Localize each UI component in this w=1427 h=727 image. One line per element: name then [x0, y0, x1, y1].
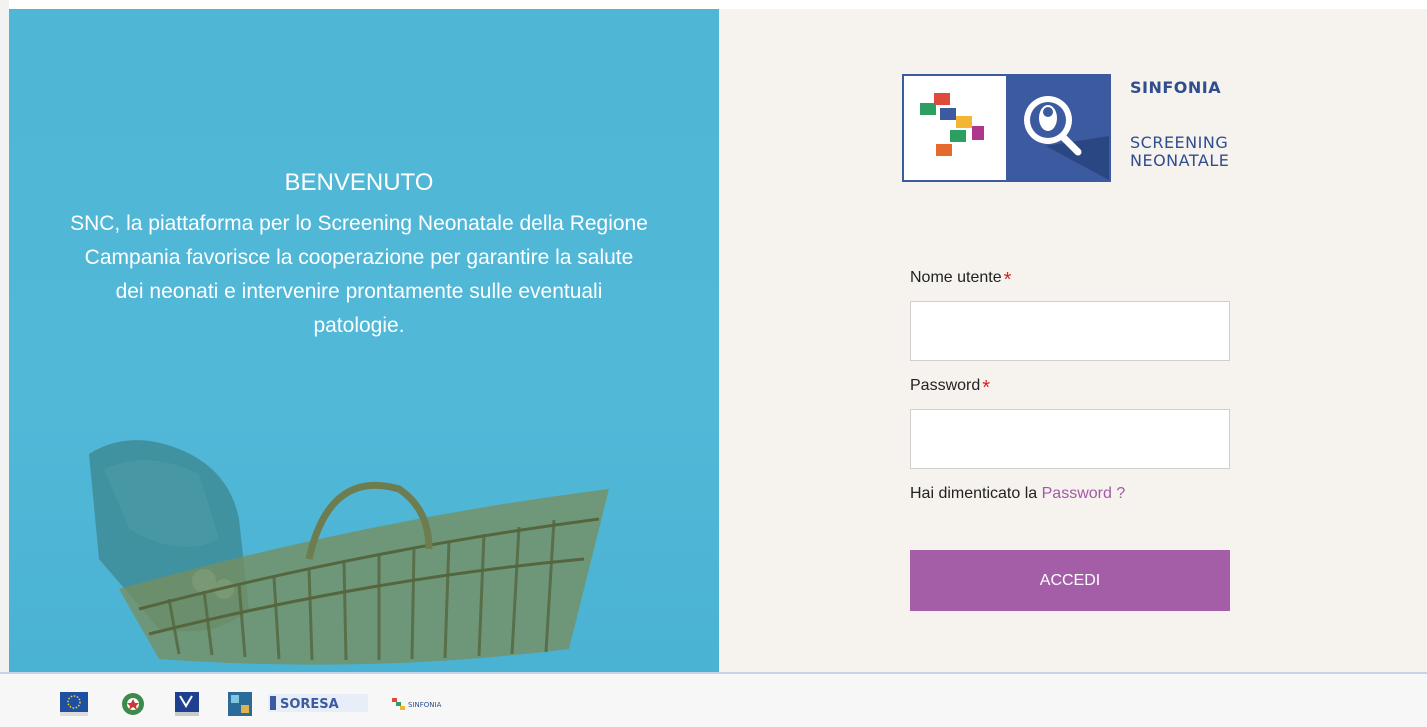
login-page: BENVENUTO SNC, la piattaforma per lo Scr… — [0, 0, 1427, 727]
password-label: Password — [910, 377, 981, 394]
logo-frame — [902, 74, 1111, 182]
login-form: Nome utente * Password * Hai dimenticato l… — [910, 269, 1230, 503]
soresa-text: SORESA — [280, 697, 339, 712]
username-input[interactable] — [910, 301, 1230, 361]
welcome-panel: BENVENUTO SNC, la piattaforma per lo Scr… — [9, 9, 719, 672]
required-asterisk: * — [1003, 269, 1012, 291]
sinfonia-small-logo: SINFONIA — [392, 698, 442, 710]
welcome-title: BENVENUTO — [284, 169, 434, 196]
welcome-block: BENVENUTO SNC, la piattaforma per lo Scr… — [69, 169, 649, 343]
username-label: Nome utente — [910, 269, 1002, 286]
login-button[interactable]: ACCEDI — [910, 550, 1230, 611]
login-panel: SINFONIA SCREENING NEONATALE Nome utente… — [719, 9, 1427, 672]
password-input[interactable] — [910, 409, 1230, 469]
left-edge — [0, 0, 9, 672]
partner-logos-footer: SORESA SINFONIA — [0, 672, 1427, 727]
forgot-password-prefix: Hai dimenticato la — [910, 485, 1038, 502]
eu-flag-icon — [60, 692, 88, 716]
logo-subtitle: SCREENING NEONATALE — [1130, 134, 1229, 170]
sinfonia-small-text: SINFONIA — [408, 701, 442, 709]
basket-illustration — [89, 440, 609, 665]
sinfonia-logo: SINFONIA SCREENING NEONATALE — [902, 74, 1262, 184]
magnifier-baby-icon — [1006, 76, 1109, 180]
italy-emblem-icon — [122, 693, 144, 715]
program-logo-icon — [228, 692, 252, 716]
username-label-row: Nome utente * — [910, 269, 1230, 293]
logo-subtitle-line2: NEONATALE — [1130, 151, 1230, 170]
logo-title: SINFONIA — [1130, 78, 1222, 97]
campania-emblem-icon — [175, 692, 199, 716]
soresa-logo: SORESA — [268, 694, 368, 712]
welcome-text: SNC, la piattaforma per lo Screening Neo… — [70, 212, 648, 337]
logo-subtitle-line1: SCREENING — [1130, 133, 1229, 152]
password-label-row: Password * — [910, 377, 1230, 401]
forgot-password-link[interactable]: Password ? — [1042, 485, 1126, 502]
forgot-password-row: Hai dimenticato la Password ? — [910, 485, 1230, 503]
required-asterisk: * — [982, 377, 991, 399]
colored-blocks-icon — [906, 78, 1006, 178]
